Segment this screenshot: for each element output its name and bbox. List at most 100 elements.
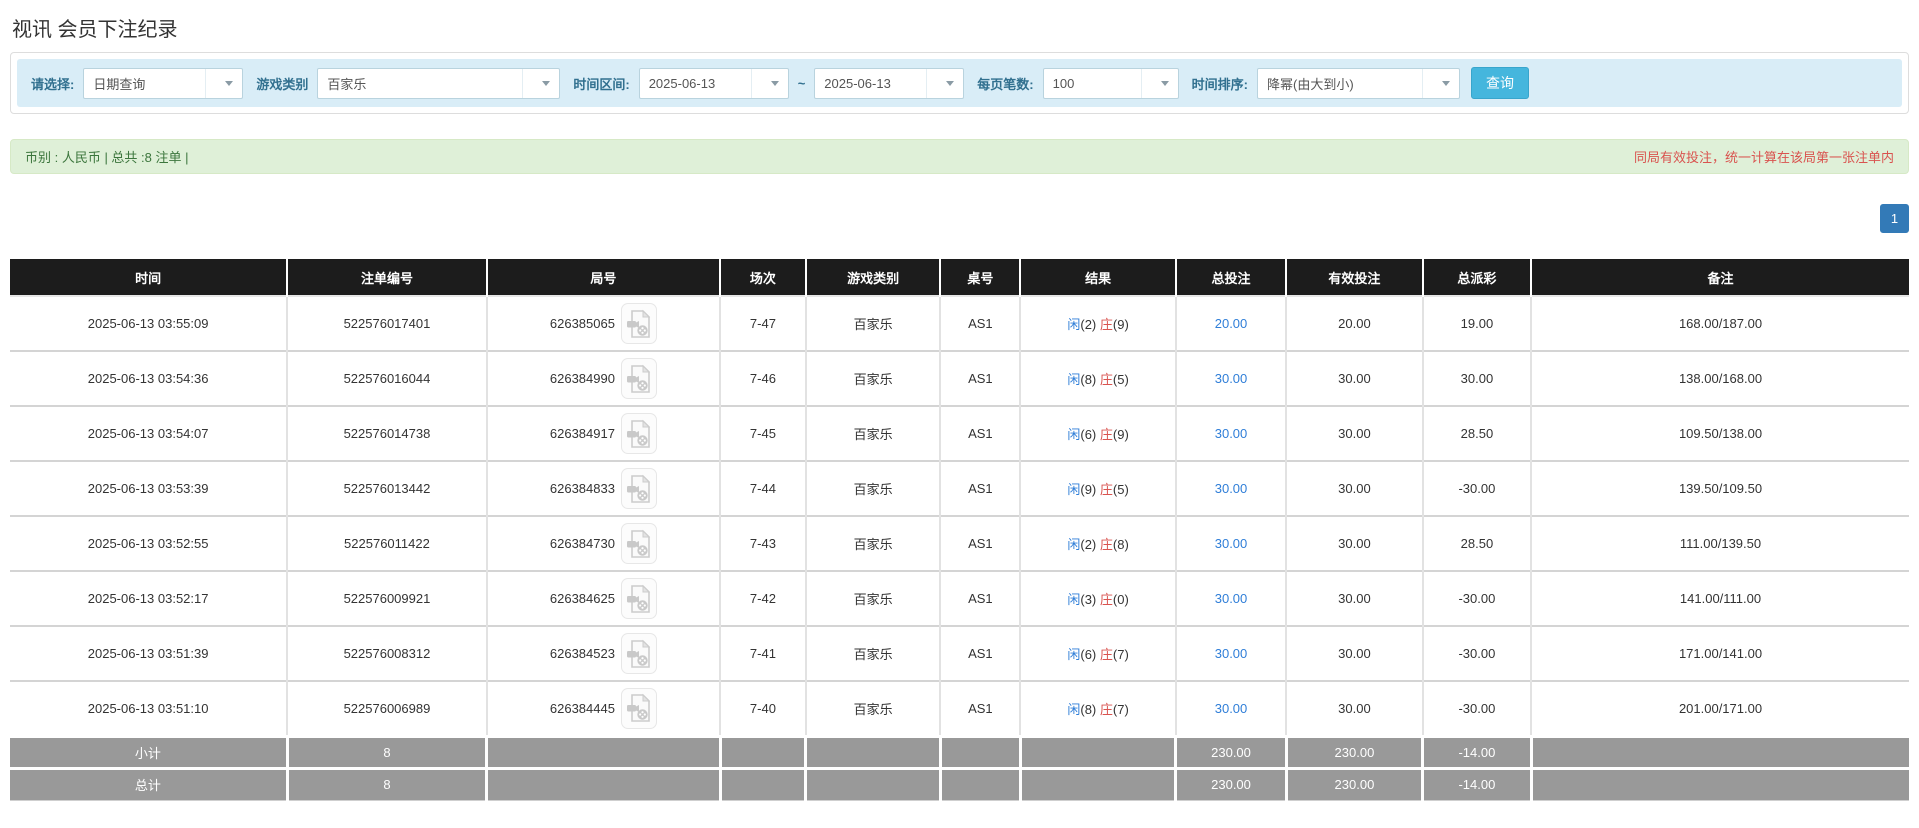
filter-panel: 请选择: 日期查询 游戏类别 百家乐 时间区间: 2025-06-13 ~ 20… [10, 52, 1909, 114]
game-type-select[interactable]: 百家乐 [317, 68, 560, 99]
bet-time: 2025-06-13 03:54:07 [10, 406, 287, 461]
round-id: 626384523 [550, 646, 615, 661]
table-row: 2025-06-13 03:54:36522576016044626384990… [10, 351, 1909, 406]
game-type: 百家乐 [806, 351, 941, 406]
column-header: 结果 [1020, 259, 1176, 296]
bet-time: 2025-06-13 03:55:09 [10, 296, 287, 351]
video-file-icon [626, 693, 652, 723]
subtotal-row: 小计8230.00230.00-14.00 [10, 736, 1909, 768]
total-bet-link[interactable]: 30.00 [1215, 536, 1248, 551]
total-bet-cell: 30.00 [1176, 571, 1286, 626]
payout: -30.00 [1423, 571, 1531, 626]
table-row: 2025-06-13 03:54:07522576014738626384917… [10, 406, 1909, 461]
query-type-select[interactable]: 日期查询 [83, 68, 243, 99]
payout: 28.50 [1423, 406, 1531, 461]
payout: 19.00 [1423, 296, 1531, 351]
video-replay-button[interactable] [621, 468, 657, 509]
page-size-value: 100 [1053, 76, 1133, 91]
table-number: AS1 [940, 406, 1020, 461]
footer-payout: -14.00 [1423, 768, 1531, 800]
player-result-score: (6) [1080, 647, 1096, 662]
remark: 111.00/139.50 [1531, 516, 1909, 571]
total-bet-link[interactable]: 30.00 [1215, 701, 1248, 716]
total-bet-cell: 30.00 [1176, 461, 1286, 516]
banker-result-score: (7) [1113, 702, 1129, 717]
video-replay-button[interactable] [621, 358, 657, 399]
query-type-value: 日期查询 [93, 74, 197, 93]
video-replay-button[interactable] [621, 413, 657, 454]
date-from-input[interactable]: 2025-06-13 [639, 68, 789, 99]
bet-id: 522576014738 [287, 406, 486, 461]
session: 7-45 [720, 406, 805, 461]
banker-result-score: (7) [1113, 647, 1129, 662]
column-header: 有效投注 [1286, 259, 1423, 296]
result-cell: 闲(2) 庄(9) [1020, 296, 1176, 351]
video-replay-button[interactable] [621, 578, 657, 619]
page-1-button[interactable]: 1 [1880, 204, 1909, 233]
caret-down-icon [522, 69, 550, 98]
betting-records-table: 时间注单编号局号场次游戏类别桌号结果总投注有效投注总派彩备注 2025-06-1… [10, 259, 1909, 801]
page-size-select[interactable]: 100 [1043, 68, 1179, 99]
table-row: 2025-06-13 03:52:17522576009921626384625… [10, 571, 1909, 626]
footer-valid-bet: 230.00 [1286, 768, 1423, 800]
date-to-input[interactable]: 2025-06-13 [814, 68, 964, 99]
valid-bet: 30.00 [1286, 516, 1423, 571]
remark: 139.50/109.50 [1531, 461, 1909, 516]
column-header: 总投注 [1176, 259, 1286, 296]
remark: 138.00/168.00 [1531, 351, 1909, 406]
caret-down-icon [751, 69, 779, 98]
query-button[interactable]: 查询 [1471, 67, 1529, 99]
result-cell: 闲(3) 庄(0) [1020, 571, 1176, 626]
bet-id: 522576013442 [287, 461, 486, 516]
total-bet-link[interactable]: 30.00 [1215, 591, 1248, 606]
player-result-label: 闲 [1067, 647, 1080, 662]
total-bet-link[interactable]: 30.00 [1215, 481, 1248, 496]
total-bet-cell: 30.00 [1176, 681, 1286, 736]
column-header: 备注 [1531, 259, 1909, 296]
payout: 28.50 [1423, 516, 1531, 571]
sort-order-label: 时间排序: [1192, 74, 1248, 93]
grandtotal-row: 总计8230.00230.00-14.00 [10, 768, 1909, 800]
total-bet-link[interactable]: 30.00 [1215, 646, 1248, 661]
bet-id: 522576017401 [287, 296, 486, 351]
footer-payout: -14.00 [1423, 736, 1531, 768]
footer-empty [1531, 736, 1909, 768]
round-id: 626384625 [550, 591, 615, 606]
valid-bet: 30.00 [1286, 626, 1423, 681]
total-bet-link[interactable]: 30.00 [1215, 371, 1248, 386]
player-result-score: (2) [1080, 537, 1096, 552]
footer-empty [940, 736, 1020, 768]
video-replay-button[interactable] [621, 303, 657, 344]
video-replay-button[interactable] [621, 523, 657, 564]
game-type: 百家乐 [806, 516, 941, 571]
remark: 141.00/111.00 [1531, 571, 1909, 626]
total-bet-cell: 30.00 [1176, 406, 1286, 461]
player-result-score: (3) [1080, 592, 1096, 607]
valid-bet: 20.00 [1286, 296, 1423, 351]
player-result-score: (8) [1080, 702, 1096, 717]
column-header: 时间 [10, 259, 287, 296]
player-result-score: (6) [1080, 427, 1096, 442]
footer-empty [487, 768, 721, 800]
date-range-label: 时间区间: [573, 74, 629, 93]
footer-count: 8 [287, 736, 486, 768]
video-file-icon [626, 474, 652, 504]
sort-order-select[interactable]: 降幂(由大到小) [1257, 68, 1460, 99]
video-replay-button[interactable] [621, 688, 657, 729]
column-header: 注单编号 [287, 259, 486, 296]
bet-time: 2025-06-13 03:52:17 [10, 571, 287, 626]
remark: 168.00/187.00 [1531, 296, 1909, 351]
total-bet-link[interactable]: 20.00 [1215, 316, 1248, 331]
sort-order-value: 降幂(由大到小) [1267, 74, 1414, 93]
player-result-score: (9) [1080, 482, 1096, 497]
session: 7-41 [720, 626, 805, 681]
total-bet-link[interactable]: 30.00 [1215, 426, 1248, 441]
round-id: 626384730 [550, 536, 615, 551]
player-result-label: 闲 [1067, 537, 1080, 552]
video-replay-button[interactable] [621, 633, 657, 674]
video-file-icon [626, 529, 652, 559]
session: 7-46 [720, 351, 805, 406]
table-number: AS1 [940, 626, 1020, 681]
caret-down-icon [1141, 69, 1169, 98]
column-header: 总派彩 [1423, 259, 1531, 296]
